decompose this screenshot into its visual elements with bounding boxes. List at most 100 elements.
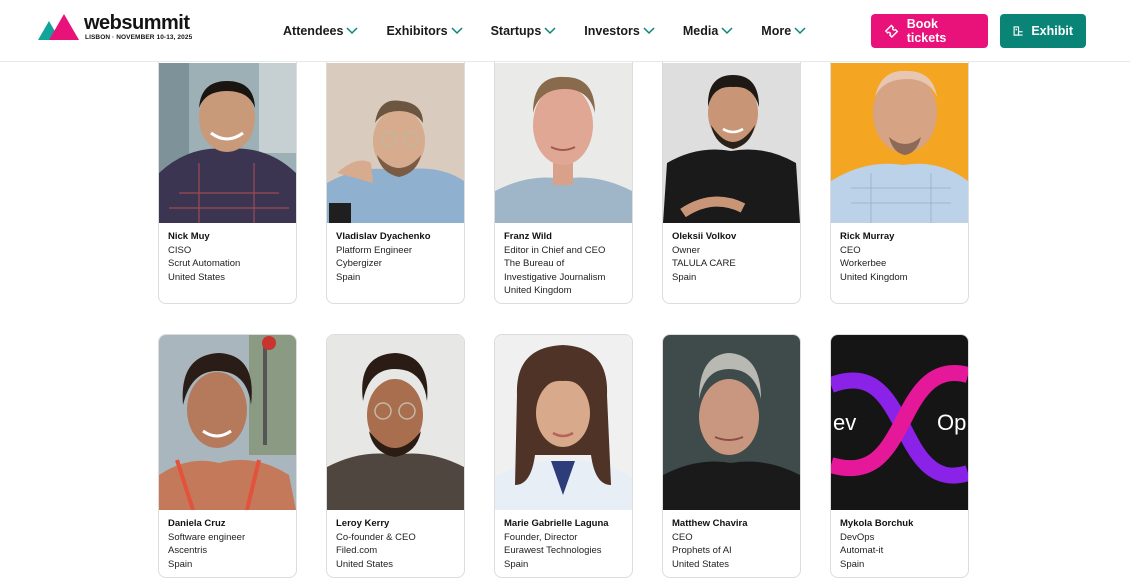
nav-more[interactable]: More (761, 20, 806, 42)
speaker-info: Franz Wild Editor in Chief and CEO The B… (504, 230, 628, 298)
speaker-photo (663, 335, 800, 510)
speaker-company: Filed.com (336, 545, 378, 556)
speaker-name: Mykola Borchuk (840, 518, 914, 529)
chevron-down-icon (794, 27, 806, 35)
speaker-role: Founder, Director (504, 531, 578, 543)
speaker-company: Scrut Automation (168, 258, 241, 269)
speaker-card[interactable]: Franz Wild Editor in Chief and CEO The B… (494, 44, 633, 304)
speaker-country: Spain (840, 558, 865, 570)
speaker-role: DevOps (840, 531, 875, 543)
book-tickets-button[interactable]: Book tickets (871, 14, 988, 48)
devops-logo-text-left: ev (833, 410, 856, 435)
speaker-company: Cybergizer (336, 258, 382, 269)
logo-wordmark: websummit (84, 12, 190, 34)
speaker-name: Daniela Cruz (168, 518, 226, 529)
speaker-name: Leroy Kerry (336, 518, 390, 529)
nav-investors[interactable]: Investors (584, 20, 655, 42)
speaker-company: Prophets of AI (672, 545, 732, 556)
speaker-info: Daniela Cruz Software engineer Ascentris… (168, 517, 292, 571)
speaker-company-line2: Investigative Journalism (504, 271, 606, 283)
devops-logo-image: ev Op (831, 335, 968, 510)
speaker-country: United Kingdom (840, 271, 908, 283)
speaker-name: Rick Murray (840, 231, 895, 242)
chevron-down-icon (451, 27, 463, 35)
nav-startups[interactable]: Startups (491, 20, 557, 42)
speaker-company: Ascentris (168, 545, 208, 556)
speaker-info: Marie Gabrielle Laguna Founder, Director… (504, 517, 628, 571)
nav-label: Investors (584, 24, 640, 38)
speaker-company: Workerbee (840, 258, 887, 269)
speaker-photo (159, 63, 296, 223)
speaker-photo (159, 335, 296, 510)
websummit-logo[interactable]: websummit LISBON · NOVEMBER 10-13, 2025 (38, 12, 208, 46)
exhibit-label: Exhibit (1031, 24, 1073, 38)
nav-label: Exhibitors (386, 24, 448, 38)
nav-media[interactable]: Media (683, 20, 733, 42)
main-nav: Attendees Exhibitors Startups Investors … (283, 20, 834, 42)
speaker-photo (831, 63, 968, 223)
speaker-company: The Bureau of (504, 258, 565, 269)
speaker-info: Mykola Borchuk DevOps Automat-it Spain (840, 517, 964, 571)
nav-label: Startups (490, 24, 542, 38)
speaker-card[interactable]: Daniela Cruz Software engineer Ascentris… (158, 334, 297, 578)
nav-exhibitors[interactable]: Exhibitors (386, 20, 463, 42)
speaker-country: Spain (336, 271, 361, 283)
speaker-company: TALULA CARE (672, 258, 736, 269)
speaker-photo (327, 335, 464, 510)
speaker-country: United States (336, 558, 394, 570)
speaker-name: Marie Gabrielle Laguna (504, 518, 609, 529)
nav-label: More (761, 24, 792, 38)
speaker-card[interactable]: Vladislav Dyachenko Platform Engineer Cy… (326, 44, 465, 304)
speaker-name: Oleksii Volkov (672, 231, 737, 242)
speaker-role: Editor in Chief and CEO (504, 244, 606, 256)
speaker-info: Leroy Kerry Co-founder & CEO Filed.com U… (336, 517, 460, 571)
speaker-card[interactable]: Oleksii Volkov Owner TALULA CARE Spain (662, 44, 801, 304)
speaker-card[interactable]: Nick Muy CISO Scrut Automation United St… (158, 44, 297, 304)
speaker-name: Nick Muy (168, 231, 210, 242)
speaker-role: Platform Engineer (336, 244, 413, 256)
speaker-country: Spain (168, 558, 193, 570)
speaker-card[interactable]: Marie Gabrielle Laguna Founder, Director… (494, 334, 633, 578)
speaker-photo (495, 63, 632, 223)
speaker-name: Franz Wild (504, 231, 552, 242)
nav-attendees[interactable]: Attendees (283, 20, 358, 42)
speaker-card[interactable]: Rick Murray CEO Workerbee United Kingdom (830, 44, 969, 304)
site-header: websummit LISBON · NOVEMBER 10-13, 2025 … (0, 0, 1130, 62)
speaker-role: CEO (672, 531, 693, 543)
speaker-info: Matthew Chavira CEO Prophets of AI Unite… (672, 517, 796, 571)
speaker-card[interactable]: ev Op Mykola Borchuk DevOps Automat-it S… (830, 334, 969, 578)
speaker-country: United States (168, 271, 226, 283)
speaker-role: CEO (840, 244, 861, 256)
speaker-company: Automat-it (840, 545, 884, 556)
chevron-down-icon (346, 27, 358, 35)
speaker-role: Software engineer (168, 531, 246, 543)
speaker-info: Oleksii Volkov Owner TALULA CARE Spain (672, 230, 796, 284)
booth-icon (1013, 26, 1023, 36)
speaker-photo (495, 335, 632, 510)
devops-logo-text-right: Op (937, 410, 966, 435)
speaker-role: Owner (672, 244, 700, 256)
speaker-photo (327, 63, 464, 223)
chevron-down-icon (643, 27, 655, 35)
speaker-country: United States (672, 558, 730, 570)
nav-label: Media (682, 24, 719, 38)
book-tickets-label: Book tickets (906, 17, 947, 45)
speaker-country: Spain (672, 271, 697, 283)
speaker-card[interactable]: Matthew Chavira CEO Prophets of AI Unite… (662, 334, 801, 578)
speaker-card[interactable]: Leroy Kerry Co-founder & CEO Filed.com U… (326, 334, 465, 578)
exhibit-button[interactable]: Exhibit (1000, 14, 1086, 48)
speaker-country: Spain (504, 558, 529, 570)
logo-mark-icon (38, 14, 79, 40)
logo-tagline: LISBON · NOVEMBER 10-13, 2025 (85, 34, 193, 41)
ticket-icon (884, 24, 899, 38)
speaker-name: Matthew Chavira (672, 518, 748, 529)
chevron-down-icon (544, 27, 556, 35)
speaker-info: Nick Muy CISO Scrut Automation United St… (168, 230, 292, 284)
nav-label: Attendees (283, 24, 344, 38)
speaker-info: Vladislav Dyachenko Platform Engineer Cy… (336, 230, 460, 284)
speaker-info: Rick Murray CEO Workerbee United Kingdom (840, 230, 964, 284)
speaker-company: Eurawest Technologies (504, 545, 602, 556)
speaker-role: CISO (168, 244, 192, 256)
speaker-role: Co-founder & CEO (336, 531, 416, 543)
speaker-photo (663, 63, 800, 223)
